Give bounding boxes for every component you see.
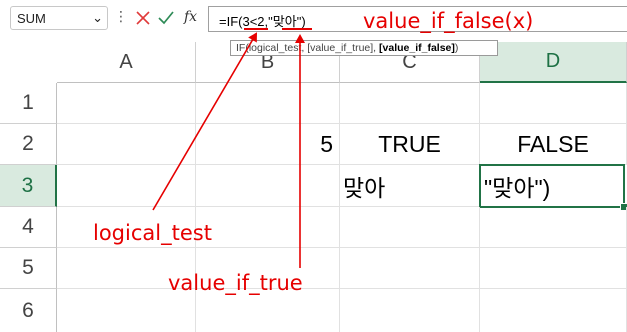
annotation-arrows xyxy=(152,28,312,268)
value-if-false-annotation: value_if_false(x) xyxy=(363,9,534,33)
value-if-true-annotation: value_if_true xyxy=(168,271,303,295)
logical-test-annotation: logical_test xyxy=(93,221,212,245)
logical-test-arrow xyxy=(152,32,258,211)
